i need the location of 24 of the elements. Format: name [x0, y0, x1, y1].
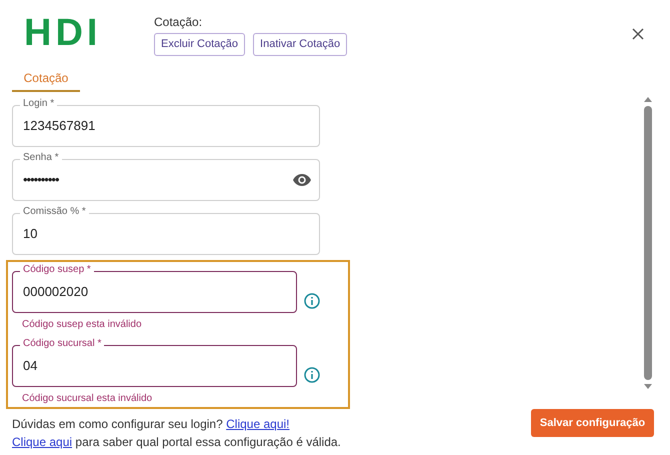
help-text: Clique aqui para saber qual portal essa configuração é válida. — [12, 434, 342, 451]
help-link[interactable]: Clique aqui — [12, 435, 72, 449]
eye-icon[interactable] — [293, 173, 311, 187]
action-button[interactable]: Excluir Cotação — [154, 33, 246, 56]
field-label: Código sucursal * — [20, 338, 104, 350]
scrollbar[interactable] — [642, 95, 654, 391]
help-link[interactable]: Clique aqui! — [226, 417, 290, 431]
field-value: 000002020 — [23, 283, 88, 302]
action-button[interactable]: Inativar Cotação — [253, 33, 348, 56]
field-label: Login * — [20, 98, 58, 110]
field-value: 04 — [23, 357, 38, 376]
section-title: Cotação: — [154, 15, 204, 29]
info-icon[interactable] — [304, 293, 320, 309]
error-message: Código susep esta inválido — [22, 319, 143, 331]
field-value: 1234567891 — [23, 117, 96, 136]
error-message: Código sucursal esta inválido — [22, 393, 154, 405]
input-field[interactable]: •••••••••• — [12, 159, 320, 201]
logo: HDI — [24, 14, 102, 52]
field-value: •••••••••• — [23, 171, 59, 190]
input-field[interactable]: 10 — [12, 213, 320, 255]
field-label: Código susep * — [20, 264, 94, 276]
close-icon[interactable] — [632, 28, 644, 40]
field-value: 10 — [23, 225, 38, 244]
info-icon[interactable] — [304, 367, 320, 383]
